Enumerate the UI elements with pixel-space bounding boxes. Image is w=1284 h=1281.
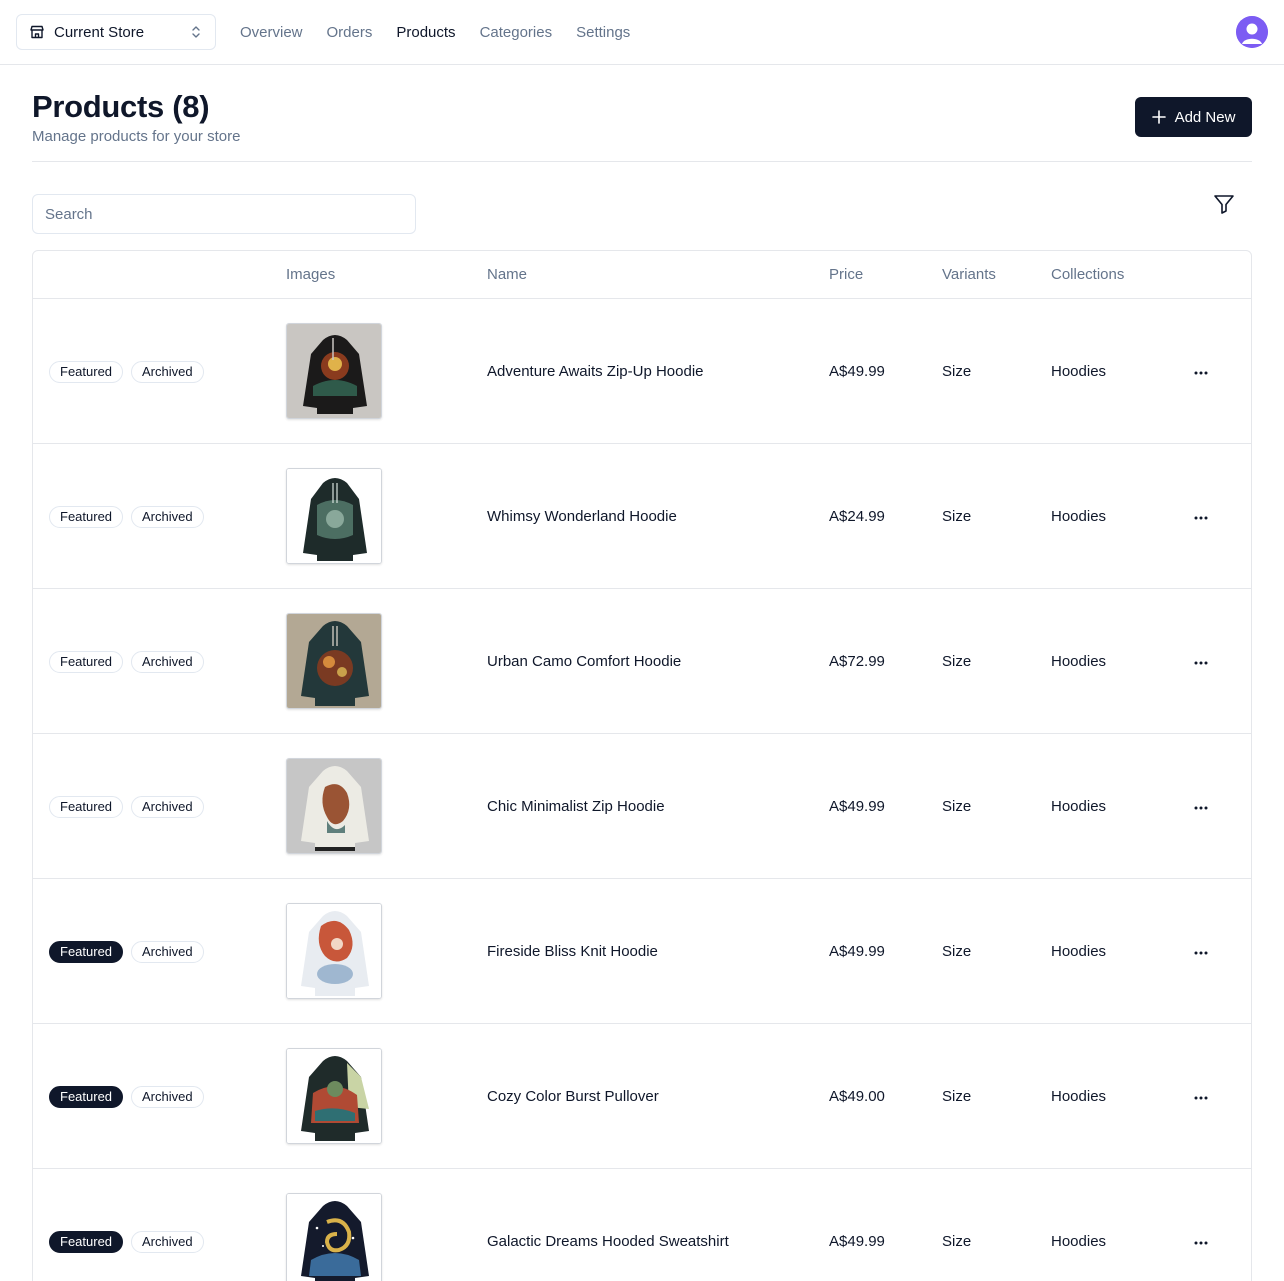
product-variants: Size — [942, 653, 972, 670]
page-title: Products (8) — [32, 89, 210, 124]
featured-badge[interactable]: Featured — [49, 506, 124, 528]
product-image — [286, 758, 382, 854]
store-icon — [29, 24, 45, 40]
page-heading: Products (8) Manage products for your st… — [32, 88, 240, 145]
product-image — [286, 468, 382, 564]
archived-badge[interactable]: Archived — [131, 1231, 204, 1253]
more-horizontal-icon — [1193, 507, 1209, 525]
row-actions-button[interactable] — [1189, 1229, 1213, 1253]
product-name: Chic Minimalist Zip Hoodie — [487, 798, 665, 815]
page-subtitle: Manage products for your store — [32, 128, 241, 145]
main-nav: Overview Orders Products Categories Sett… — [240, 0, 654, 65]
add-new-label: Add New — [1174, 108, 1236, 126]
archived-badge[interactable]: Archived — [131, 1086, 204, 1108]
table-row[interactable]: Featured Archived Urban Camo Comfort Hoo… — [33, 589, 1251, 734]
row-actions-button[interactable] — [1189, 504, 1213, 528]
store-switcher[interactable]: Current Store — [16, 14, 216, 50]
archived-badge[interactable]: Archived — [131, 651, 204, 673]
store-switcher-label: Current Store — [54, 23, 145, 41]
row-actions-button[interactable] — [1189, 649, 1213, 673]
product-image — [286, 1193, 382, 1281]
product-variants: Size — [942, 943, 972, 960]
product-collections: Hoodies — [1051, 798, 1107, 815]
more-horizontal-icon — [1193, 652, 1209, 670]
archived-badge[interactable]: Archived — [131, 796, 204, 818]
column-header-name: Name — [487, 266, 528, 283]
product-image — [286, 1048, 382, 1144]
product-name: Adventure Awaits Zip-Up Hoodie — [487, 363, 704, 380]
header-divider — [32, 161, 1252, 162]
product-price: A$49.99 — [829, 798, 885, 815]
product-image — [286, 613, 382, 709]
row-actions-button[interactable] — [1189, 794, 1213, 818]
product-collections: Hoodies — [1051, 1233, 1107, 1250]
search-input[interactable] — [32, 194, 416, 234]
product-name: Whimsy Wonderland Hoodie — [487, 508, 677, 525]
more-horizontal-icon — [1193, 362, 1209, 380]
product-price: A$24.99 — [829, 508, 885, 525]
featured-badge[interactable]: Featured — [49, 651, 124, 673]
column-header-variants: Variants — [942, 266, 996, 283]
nav-products[interactable]: Products — [396, 24, 455, 41]
product-name: Fireside Bliss Knit Hoodie — [487, 943, 658, 960]
product-image — [286, 323, 382, 419]
row-actions-button[interactable] — [1189, 359, 1213, 383]
nav-overview[interactable]: Overview — [240, 24, 303, 41]
chevrons-up-down-icon — [189, 24, 203, 40]
archived-badge[interactable]: Archived — [131, 506, 204, 528]
plus-icon — [1151, 110, 1166, 124]
table-row[interactable]: Featured Archived Fireside Bliss Knit Ho… — [33, 879, 1251, 1024]
more-horizontal-icon — [1193, 1087, 1209, 1105]
table-row[interactable]: Featured Archived Chic Minimalist Zip Ho… — [33, 734, 1251, 879]
product-collections: Hoodies — [1051, 653, 1107, 670]
column-header-images: Images — [286, 266, 336, 283]
product-price: A$49.99 — [829, 1233, 885, 1250]
top-navigation-bar: Current Store Overview Orders Products C… — [0, 0, 1284, 65]
featured-badge[interactable]: Featured — [49, 361, 124, 383]
product-price: A$49.99 — [829, 943, 885, 960]
product-variants: Size — [942, 1233, 972, 1250]
nav-orders[interactable]: Orders — [327, 24, 373, 41]
product-name: Galactic Dreams Hooded Sweatshirt — [487, 1233, 729, 1250]
product-collections: Hoodies — [1051, 1088, 1107, 1105]
table-header: Images Name Price Variants Collections — [33, 251, 1251, 299]
product-price: A$72.99 — [829, 653, 885, 670]
nav-settings[interactable]: Settings — [576, 24, 630, 41]
product-variants: Size — [942, 508, 972, 525]
product-variants: Size — [942, 363, 972, 380]
filter-icon — [1212, 192, 1236, 221]
product-variants: Size — [942, 1088, 972, 1105]
archived-badge[interactable]: Archived — [131, 941, 204, 963]
product-collections: Hoodies — [1051, 508, 1107, 525]
featured-badge[interactable]: Featured — [49, 941, 124, 963]
product-name: Cozy Color Burst Pullover — [487, 1088, 659, 1105]
column-header-price: Price — [829, 266, 864, 283]
product-price: A$49.00 — [829, 1088, 885, 1105]
table-row[interactable]: Featured Archived Whimsy Wonderland Hood… — [33, 444, 1251, 589]
row-actions-button[interactable] — [1189, 939, 1213, 963]
products-table: Images Name Price Variants Collections F… — [32, 250, 1252, 1281]
nav-categories[interactable]: Categories — [480, 24, 553, 41]
add-new-button[interactable]: Add New — [1135, 97, 1252, 137]
product-collections: Hoodies — [1051, 943, 1107, 960]
product-price: A$49.99 — [829, 363, 885, 380]
table-row[interactable]: Featured Archived Adventure Awaits Zip-U… — [33, 299, 1251, 444]
row-actions-button[interactable] — [1189, 1084, 1213, 1108]
product-name: Urban Camo Comfort Hoodie — [487, 653, 682, 670]
table-row[interactable]: Featured Archived Cozy Color Burst Pullo… — [33, 1024, 1251, 1169]
table-row[interactable]: Featured Archived Galactic Dreams Hooded… — [33, 1169, 1251, 1281]
archived-badge[interactable]: Archived — [131, 361, 204, 383]
column-header-collections: Collections — [1051, 266, 1125, 283]
featured-badge[interactable]: Featured — [49, 1086, 124, 1108]
filter-button[interactable] — [1210, 192, 1238, 220]
featured-badge[interactable]: Featured — [49, 1231, 124, 1253]
more-horizontal-icon — [1193, 942, 1209, 960]
more-horizontal-icon — [1193, 1232, 1209, 1250]
user-avatar[interactable] — [1236, 16, 1268, 48]
product-image — [286, 903, 382, 999]
product-collections: Hoodies — [1051, 363, 1107, 380]
featured-badge[interactable]: Featured — [49, 796, 124, 818]
more-horizontal-icon — [1193, 797, 1209, 815]
product-variants: Size — [942, 798, 972, 815]
